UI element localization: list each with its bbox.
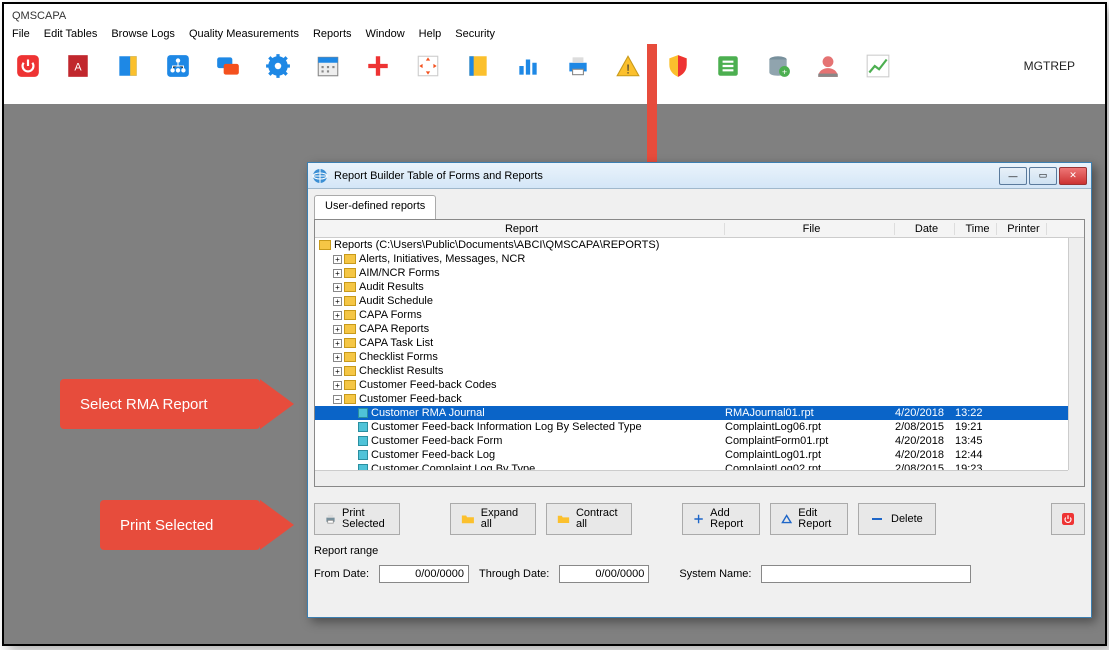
tree-row[interactable]: +CAPA Reports bbox=[315, 322, 1084, 336]
tree-row[interactable]: −Customer Feed-back bbox=[315, 392, 1084, 406]
tree-row[interactable]: Customer Complaint Log By TypeComplaintL… bbox=[315, 462, 1084, 470]
tree-row[interactable]: +Checklist Forms bbox=[315, 350, 1084, 364]
col-header-printer[interactable]: Printer bbox=[997, 223, 1047, 235]
col-header-time[interactable]: Time bbox=[955, 223, 997, 235]
trend-chart-icon[interactable] bbox=[864, 52, 892, 80]
svg-text:+: + bbox=[782, 67, 787, 77]
tree-row[interactable]: +AIM/NCR Forms bbox=[315, 266, 1084, 280]
report-builder-dialog: Report Builder Table of Forms and Report… bbox=[307, 162, 1092, 618]
database-icon[interactable]: + bbox=[764, 52, 792, 80]
dialog-title: Report Builder Table of Forms and Report… bbox=[334, 170, 999, 182]
workspace: Report Builder Table of Forms and Report… bbox=[4, 104, 1105, 644]
triangle-icon bbox=[781, 511, 792, 527]
power-icon bbox=[1062, 511, 1074, 527]
chat-icon[interactable] bbox=[214, 52, 242, 80]
add-report-button[interactable]: Add Report bbox=[682, 503, 760, 535]
gear-icon[interactable] bbox=[264, 52, 292, 80]
menu-browse-logs[interactable]: Browse Logs bbox=[111, 28, 175, 40]
minimize-button[interactable]: — bbox=[999, 167, 1027, 185]
from-date-input[interactable] bbox=[379, 565, 469, 583]
tab-user-defined-reports[interactable]: User-defined reports bbox=[314, 195, 436, 219]
minus-icon bbox=[869, 511, 885, 527]
expand-all-button[interactable]: Expand all bbox=[450, 503, 536, 535]
edit-report-button[interactable]: Edit Report bbox=[770, 503, 848, 535]
menu-reports[interactable]: Reports bbox=[313, 28, 352, 40]
delete-button[interactable]: Delete bbox=[858, 503, 936, 535]
tree-row[interactable]: +Customer Feed-back Codes bbox=[315, 378, 1084, 392]
plus-icon[interactable] bbox=[364, 52, 392, 80]
tree-row[interactable]: +Audit Results bbox=[315, 280, 1084, 294]
move-icon[interactable] bbox=[414, 52, 442, 80]
tree-row[interactable]: +Audit Schedule bbox=[315, 294, 1084, 308]
close-dialog-button[interactable] bbox=[1051, 503, 1085, 535]
tree-row[interactable]: +Alerts, Initiatives, Messages, NCR bbox=[315, 252, 1084, 266]
folder-open-icon bbox=[461, 511, 475, 527]
tree-row[interactable]: Reports (C:\Users\Public\Documents\ABCI\… bbox=[315, 238, 1084, 252]
maximize-button[interactable]: ▭ bbox=[1029, 167, 1057, 185]
list-icon[interactable] bbox=[714, 52, 742, 80]
menubar: File Edit Tables Browse Logs Quality Mea… bbox=[4, 24, 1105, 46]
app-title: QMSCAPA bbox=[4, 4, 1105, 24]
dialog-titlebar[interactable]: Report Builder Table of Forms and Report… bbox=[308, 163, 1091, 189]
through-date-label: Through Date: bbox=[479, 568, 549, 580]
plus-icon bbox=[693, 511, 704, 527]
tree-row[interactable]: Customer Feed-back LogComplaintLog01.rpt… bbox=[315, 448, 1084, 462]
pdf-icon[interactable]: A bbox=[64, 52, 92, 80]
contacts-icon[interactable] bbox=[464, 52, 492, 80]
power-icon[interactable] bbox=[14, 52, 42, 80]
menu-security[interactable]: Security bbox=[455, 28, 495, 40]
report-range-label: Report range bbox=[314, 545, 1085, 557]
globe-icon bbox=[312, 168, 328, 184]
svg-text:A: A bbox=[74, 61, 82, 73]
col-header-date[interactable]: Date bbox=[895, 223, 955, 235]
tree-row[interactable]: Customer Feed-back FormComplaintForm01.r… bbox=[315, 434, 1084, 448]
org-chart-icon[interactable] bbox=[164, 52, 192, 80]
through-date-input[interactable] bbox=[559, 565, 649, 583]
tree-row[interactable]: Customer Feed-back Information Log By Se… bbox=[315, 420, 1084, 434]
svg-text:!: ! bbox=[626, 62, 630, 77]
report-tree: Report File Date Time Printer Reports (C… bbox=[314, 219, 1085, 487]
printer-icon[interactable] bbox=[564, 52, 592, 80]
callout-select-rma: Select RMA Report bbox=[60, 379, 260, 429]
user-icon[interactable] bbox=[814, 52, 842, 80]
system-name-input[interactable] bbox=[761, 565, 971, 583]
col-header-report[interactable]: Report bbox=[315, 223, 725, 235]
calendar-icon[interactable] bbox=[314, 52, 342, 80]
folder-icon bbox=[557, 511, 570, 527]
menu-quality-measurements[interactable]: Quality Measurements bbox=[189, 28, 299, 40]
tree-row[interactable]: +CAPA Task List bbox=[315, 336, 1084, 350]
menu-edit-tables[interactable]: Edit Tables bbox=[44, 28, 98, 40]
contract-all-button[interactable]: Contract all bbox=[546, 503, 632, 535]
bar-chart-icon[interactable] bbox=[514, 52, 542, 80]
menu-help[interactable]: Help bbox=[419, 28, 442, 40]
notebook-icon[interactable] bbox=[114, 52, 142, 80]
toolbar: A ! + MGTREP bbox=[4, 46, 1105, 90]
print-selected-button[interactable]: Print Selected bbox=[314, 503, 400, 535]
tree-row[interactable]: +CAPA Forms bbox=[315, 308, 1084, 322]
col-header-file[interactable]: File bbox=[725, 223, 895, 235]
vertical-scrollbar[interactable] bbox=[1068, 238, 1084, 470]
system-name-label: System Name: bbox=[679, 568, 751, 580]
menu-file[interactable]: File bbox=[12, 28, 30, 40]
tree-row[interactable]: +Checklist Results bbox=[315, 364, 1084, 378]
menu-window[interactable]: Window bbox=[366, 28, 405, 40]
callout-print-selected: Print Selected bbox=[100, 500, 260, 550]
horizontal-scrollbar[interactable] bbox=[315, 470, 1068, 486]
tree-row[interactable]: Customer RMA JournalRMAJournal01.rpt4/20… bbox=[315, 406, 1084, 420]
close-button[interactable]: ✕ bbox=[1059, 167, 1087, 185]
from-date-label: From Date: bbox=[314, 568, 369, 580]
user-label: MGTREP bbox=[1024, 59, 1075, 73]
printer-icon bbox=[325, 511, 336, 527]
